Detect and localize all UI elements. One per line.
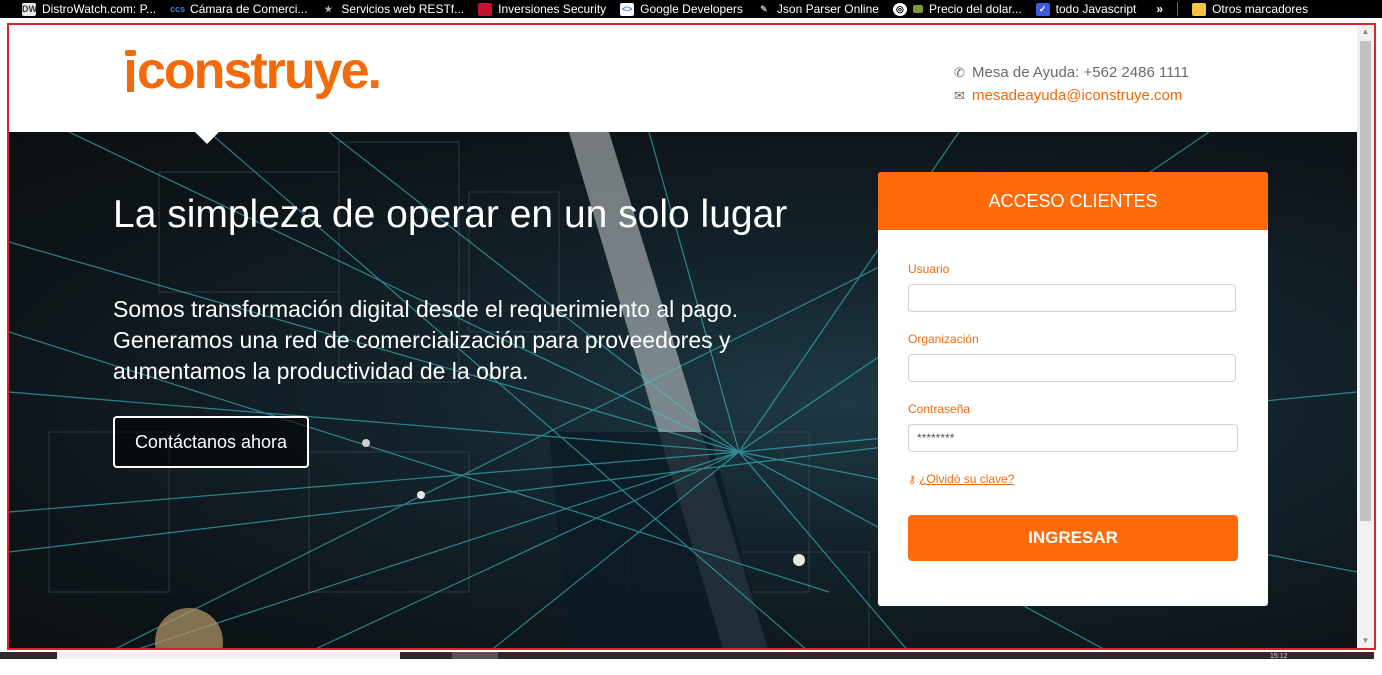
scrollbar-thumb[interactable] [1360, 41, 1371, 521]
ccs-icon: ccs [170, 3, 186, 14]
organization-label: Organización [908, 332, 979, 346]
bookmark-label: Inversiones Security [498, 2, 607, 16]
bookmarks-more-button[interactable]: » [1156, 0, 1163, 18]
currency-icon [912, 5, 923, 13]
login-heading: ACCESO CLIENTES [878, 172, 1268, 230]
help-desk-email[interactable]: ✉ mesadeayuda@iconstruye.com [954, 84, 1189, 107]
bookmark-label: Servicios web RESTf... [341, 2, 465, 16]
taskbar-clock: 15:12 [1270, 653, 1288, 660]
username-input[interactable] [908, 284, 1236, 312]
security-icon [478, 2, 493, 16]
chevron-double-right-icon: » [1156, 2, 1164, 16]
bookmark-json-parser[interactable]: ✎ Json Parser Online [757, 0, 879, 18]
globe-icon: ◎ [892, 2, 907, 16]
bookmark-inversiones-security[interactable]: Inversiones Security [478, 0, 606, 18]
hero-title: La simpleza de operar en un solo lugar [113, 193, 788, 236]
bookmark-label: Google Developers [640, 2, 743, 16]
taskbar-window-button[interactable] [57, 652, 400, 659]
bookmark-servicios-web[interactable]: ★ Servicios web RESTf... [321, 0, 464, 18]
forgot-password-link[interactable]: ¿Olvidó su clave? [919, 472, 1014, 486]
organization-input[interactable] [908, 354, 1236, 382]
phone-icon: ✆ [954, 65, 965, 80]
bookmark-other-folder[interactable]: Otros marcadores [1192, 0, 1308, 18]
header-notch [195, 132, 219, 144]
json-icon: ✎ [760, 3, 768, 14]
bookmark-camara-comercio[interactable]: ccs Cámara de Comerci... [170, 0, 307, 18]
logo-text: construye. [137, 42, 382, 100]
login-submit-button[interactable]: INGRESAR [908, 515, 1238, 561]
folder-icon [1192, 2, 1207, 16]
help-desk-contact: ✆ Mesa de Ayuda: +562 2486 1111 ✉ mesade… [954, 61, 1189, 107]
envelope-icon: ✉ [954, 88, 965, 103]
bookmark-label: Cámara de Comerci... [190, 2, 308, 16]
hero-banner: La simpleza de operar en un solo lugar S… [9, 132, 1357, 648]
bookmark-distrowatch[interactable]: DW DistroWatch.com: P... [22, 0, 156, 18]
forgot-password[interactable]: ⚷ ¿Olvidó su clave? [908, 472, 1014, 486]
star-icon: ★ [324, 3, 333, 14]
checkbox-icon: ✓ [1035, 2, 1050, 16]
page-viewport: construye. ✆ Mesa de Ayuda: +562 2486 11… [7, 23, 1376, 650]
help-desk-phone: ✆ Mesa de Ayuda: +562 2486 1111 [954, 61, 1189, 84]
phone-text: Mesa de Ayuda: +562 2486 1111 [972, 64, 1189, 81]
taskbar-app-button[interactable] [452, 652, 498, 659]
email-link[interactable]: mesadeayuda@iconstruye.com [972, 84, 1182, 107]
bookmark-label: DistroWatch.com: P... [42, 2, 157, 16]
bookmarks-bar: DW DistroWatch.com: P... ccs Cámara de C… [0, 0, 1382, 18]
bookmark-label: Json Parser Online [776, 2, 879, 16]
iconstruye-logo[interactable]: construye. [125, 41, 382, 101]
password-label: Contraseña [908, 402, 971, 416]
logo-i-mark [125, 50, 136, 92]
scroll-up-arrow-icon[interactable]: ▲ [1357, 25, 1374, 39]
taskbar: 15:12 [0, 652, 1382, 675]
bookmark-todo-javascript[interactable]: ✓ todo Javascript [1035, 0, 1137, 18]
bookmark-google-developers[interactable]: <> Google Developers [620, 0, 743, 18]
page-scrollbar[interactable]: ▲ ▼ [1357, 25, 1374, 648]
bookmarks-divider [1177, 2, 1179, 16]
site-header: construye. ✆ Mesa de Ayuda: +562 2486 11… [9, 25, 1357, 132]
scroll-down-arrow-icon[interactable]: ▼ [1357, 634, 1374, 648]
key-icon: ⚷ [908, 473, 917, 486]
contact-now-button[interactable]: Contáctanos ahora [113, 416, 309, 468]
google-developers-icon: <> [620, 2, 635, 16]
bookmark-label: Precio del dolar... [928, 2, 1022, 16]
hero-subtitle: Somos transformación digital desde el re… [113, 296, 739, 384]
username-label: Usuario [908, 262, 950, 276]
distrowatch-icon: DW [22, 2, 37, 16]
bookmark-label: Otros marcadores [1212, 2, 1309, 16]
bookmark-label: todo Javascript [1055, 2, 1137, 16]
client-login-panel: ACCESO CLIENTES Usuario Organización Con… [878, 172, 1268, 606]
password-input[interactable] [908, 424, 1238, 452]
bookmark-precio-dolar[interactable]: ◎ Precio del dolar... [892, 0, 1022, 18]
